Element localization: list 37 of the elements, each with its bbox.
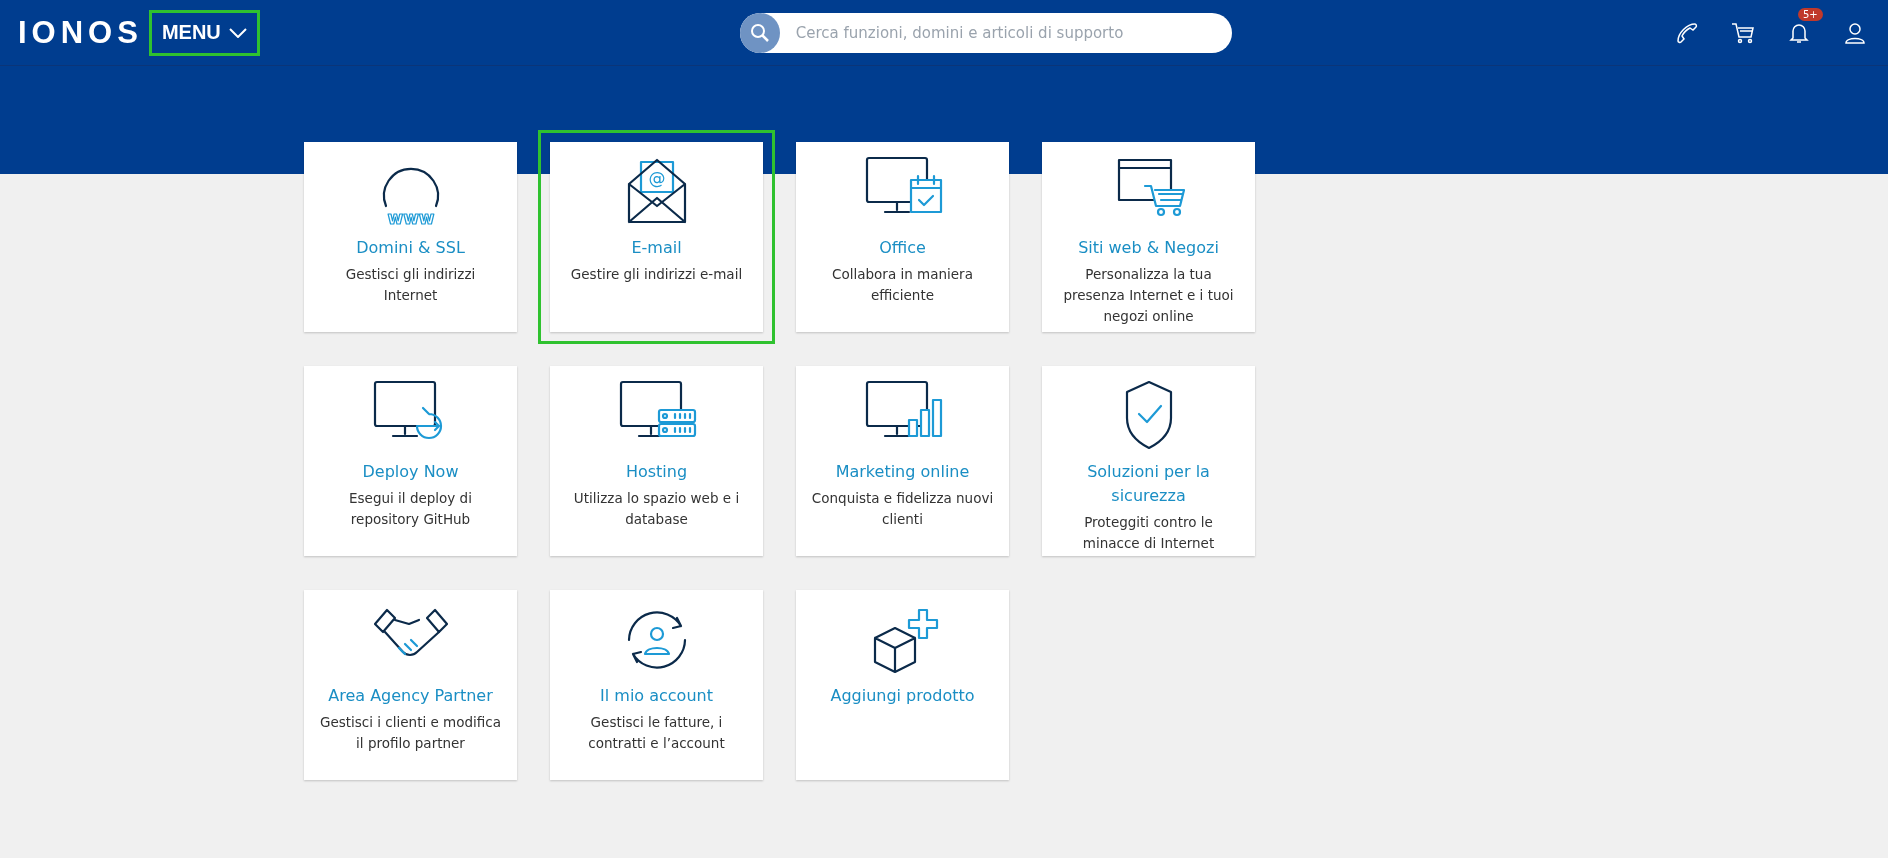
- card-description: Collabora in maniera efficiente: [831, 265, 974, 305]
- search-field[interactable]: Cerca funzioni, domini e articoli di supporto: [739, 12, 1232, 53]
- card-description: Gestisci gli indirizzi Internet: [344, 265, 477, 305]
- card-title: Aggiungi prodotto: [829, 685, 976, 707]
- card-title: E-mail: [630, 237, 683, 259]
- card-title: Siti web & Negozi: [1077, 237, 1220, 259]
- card-description: Proteggiti contro le minacce di Internet: [1081, 513, 1216, 553]
- chevron-down-icon: [228, 27, 247, 38]
- card-description: Conquista e fidelizza nuovi clienti: [810, 489, 995, 529]
- card-title: Il mio account: [599, 685, 714, 707]
- product-card[interactable]: @ E-mail Gestire gli indirizzi e-mail: [550, 142, 763, 332]
- search-input[interactable]: Cerca funzioni, domini e articoli di supporto: [793, 22, 1232, 43]
- card-description: Utilizza lo spazio web e i database: [572, 489, 741, 529]
- product-card[interactable]: Aggiungi prodotto: [796, 590, 1009, 780]
- card-title: Marketing online: [834, 461, 971, 483]
- card-description: Gestire gli indirizzi e-mail: [569, 265, 744, 284]
- menu-button[interactable]: MENU: [148, 9, 260, 56]
- product-card[interactable]: Siti web & Negozi Personalizza la tua presenza Internet e i tuoi negozi online: [1042, 142, 1255, 332]
- card-description: Personalizza la tua presenza Internet e i tuoi negozi online: [1062, 265, 1235, 326]
- card-description: Gestisci i clienti e modifica il profilo partner: [319, 713, 502, 753]
- product-card[interactable]: Hosting Utilizza lo spazio web e i database: [550, 366, 763, 556]
- product-card[interactable]: Soluzioni per la sicurezza Proteggiti contro le minacce di Internet: [1042, 366, 1255, 556]
- card-title: Office: [878, 237, 927, 259]
- product-card[interactable]: Marketing online Conquista e fidelizza nuovi clienti: [796, 366, 1009, 556]
- product-card[interactable]: Il mio account Gestisci le fatture, i contratti e l’account: [550, 590, 763, 780]
- product-card[interactable]: www Domini & SSL Gestisci gli indirizzi Internet: [304, 142, 517, 332]
- product-card[interactable]: Office Collabora in maniera efficiente: [796, 142, 1009, 332]
- product-card[interactable]: Area Agency Partner Gestisci i clienti e modifica il profilo partner: [304, 590, 517, 780]
- card-title: Deploy Now: [361, 461, 460, 483]
- card-description: Esegui il deploy di repository GitHub: [348, 489, 473, 529]
- card-title: Soluzioni per la sicurezza: [1086, 461, 1211, 507]
- card-title: Area Agency Partner: [327, 685, 494, 707]
- card-title: Domini & SSL: [355, 237, 466, 259]
- product-card[interactable]: Deploy Now Esegui il deploy di repository GitHub: [304, 366, 517, 556]
- card-description: Gestisci le fatture, i contratti e l’account: [587, 713, 726, 753]
- logo[interactable]: IONOS: [18, 14, 143, 51]
- card-title: Hosting: [624, 461, 689, 483]
